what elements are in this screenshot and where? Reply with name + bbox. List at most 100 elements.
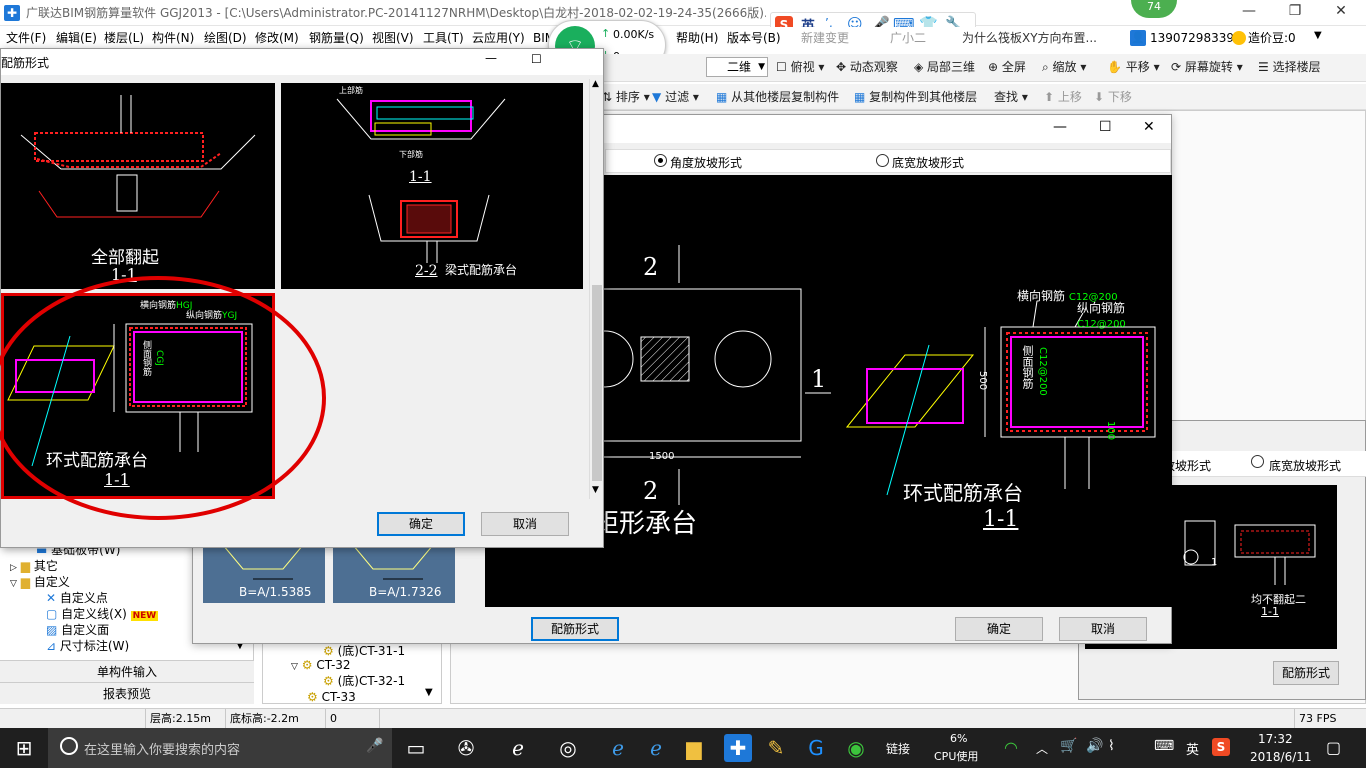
copy-to-floor-button[interactable]: ▦ 复制构件到其他楼层 xyxy=(854,84,977,110)
sogou-tray-icon[interactable]: S xyxy=(1212,738,1230,756)
keyboard-tray-icon[interactable]: ⌨ xyxy=(1154,738,1174,754)
top-view-button[interactable]: ☐ 俯视 ▾ xyxy=(776,54,824,80)
rebar-form-button[interactable]: 配筋形式 xyxy=(531,617,619,641)
slope-thumb[interactable]: B=A/1.5385 xyxy=(203,543,325,603)
ie-icon[interactable]: ℯ xyxy=(504,734,532,762)
find-button[interactable]: 查找 ▾ xyxy=(994,84,1028,110)
tree-item-custom[interactable]: ▽ ▆ 自定义 xyxy=(10,574,70,590)
g-app-icon[interactable]: G xyxy=(802,734,830,762)
shape-minimize-button[interactable]: — xyxy=(1053,119,1067,135)
menu-new-build[interactable]: 新建变更 xyxy=(801,27,849,49)
volume-icon[interactable]: 🔊 xyxy=(1086,738,1103,754)
shape-maximize-button[interactable]: ☐ xyxy=(1099,119,1112,135)
comp-scroll-down[interactable]: ▼ xyxy=(425,687,433,698)
rebar-cancel-button[interactable]: 取消 xyxy=(481,512,569,536)
search-box[interactable]: 在这里输入你要搜索的内容 🎤 xyxy=(48,728,392,768)
explorer-icon[interactable]: ▆ xyxy=(680,734,708,762)
tree-item-custom-line[interactable]: ▢ 自定义线(X) NEW xyxy=(46,606,159,622)
fullscreen-button[interactable]: ⊕ 全屏 xyxy=(988,54,1026,80)
radio-width-icon[interactable] xyxy=(876,154,889,167)
rotate-button[interactable]: ⟳ 屏幕旋转 ▾ xyxy=(1171,54,1243,80)
shape-close-button[interactable]: ✕ xyxy=(1143,119,1155,135)
pinwheel-icon[interactable]: ✇ xyxy=(452,734,480,762)
menu-version[interactable]: 版本号(B) xyxy=(727,27,781,49)
user-phone[interactable]: 13907298339 xyxy=(1150,27,1234,49)
menu-rebar-qty[interactable]: 钢筋量(Q) xyxy=(309,27,364,49)
rebar-minimize-button[interactable]: — xyxy=(485,51,497,65)
tree-item-custom-face[interactable]: ▨ 自定义面 xyxy=(46,622,109,638)
local-3d-button[interactable]: ◈ 局部三维 xyxy=(914,54,975,80)
rebar-scrollbar[interactable]: ▲ ▼ xyxy=(589,79,603,499)
report-preview-button[interactable]: 报表预览 xyxy=(0,682,254,704)
dynamic-view-button[interactable]: ✥ 动态观察 xyxy=(836,54,898,80)
minimize-button[interactable]: — xyxy=(1226,0,1272,24)
single-component-input-button[interactable]: 单构件输入 xyxy=(0,660,254,682)
zoom-button[interactable]: ⌕ 缩放 ▾ xyxy=(1042,54,1086,80)
collapse-icon[interactable]: ▽ xyxy=(10,579,17,589)
menu-component[interactable]: 构件(N) xyxy=(152,27,194,49)
sort-button[interactable]: ⇅ 排序 ▾ xyxy=(602,84,650,110)
close-button[interactable]: ✕ xyxy=(1318,0,1364,24)
tray-link[interactable]: 链接 xyxy=(886,740,910,757)
comp-item[interactable]: ⚙ CT-33 xyxy=(307,689,356,705)
shape-ok-button[interactable]: 确定 xyxy=(955,617,1043,641)
notepad-icon[interactable]: ✎ xyxy=(762,734,790,762)
expand-icon[interactable]: ▷ xyxy=(10,563,17,573)
shape-cancel-button[interactable]: 取消 xyxy=(1059,617,1147,641)
dropdown-icon[interactable]: ▼ xyxy=(1314,30,1322,41)
green-app-icon[interactable]: ◉ xyxy=(842,734,870,762)
mic-icon[interactable]: 🎤 xyxy=(366,738,383,754)
edge-icon[interactable]: ℯ xyxy=(604,734,632,762)
cart-icon[interactable]: 🛒 xyxy=(1060,738,1077,754)
view-select[interactable]: 二维 ▼ xyxy=(706,57,768,77)
comp-item[interactable]: ▽ ⚙ CT-32 xyxy=(291,657,351,673)
maximize-button[interactable]: ❐ xyxy=(1272,0,1318,24)
clock-date[interactable]: 2018/6/11 xyxy=(1250,750,1312,764)
scroll-up-icon[interactable]: ▲ xyxy=(592,79,599,89)
task-view-icon[interactable]: ▭ xyxy=(402,734,430,762)
menu-file[interactable]: 文件(F) xyxy=(6,27,46,49)
menu-modify[interactable]: 修改(M) xyxy=(255,27,299,49)
slope-thumb[interactable]: B=A/1.7326 xyxy=(333,543,455,603)
network-tray-icon[interactable]: ⌇ xyxy=(1108,738,1115,754)
thumb-beam-style[interactable]: 上部筋 下部筋 1-1 2-2 梁式配筋承台 xyxy=(281,83,583,289)
move-down-button[interactable]: ⬇ 下移 xyxy=(1094,84,1132,110)
spiral-icon[interactable]: ◎ xyxy=(554,734,582,762)
news-hint[interactable]: 为什么筏板XY方向布置... xyxy=(962,27,1097,49)
rebar-maximize-button[interactable]: ☐ xyxy=(531,52,542,66)
ie-blue-icon[interactable]: ℯ xyxy=(642,734,670,762)
select-floor-button[interactable]: ☰ 选择楼层 xyxy=(1258,54,1321,80)
action-center-icon[interactable]: ▢ xyxy=(1326,738,1341,757)
menu-cloud[interactable]: 云应用(Y) xyxy=(472,27,525,49)
radio-angle-label[interactable]: 角度放坡形式 xyxy=(670,154,742,171)
move-up-button[interactable]: ⬆ 上移 xyxy=(1044,84,1082,110)
user-icon[interactable]: 👤 xyxy=(1130,30,1146,46)
tree-item-custom-point[interactable]: ✕ 自定义点 xyxy=(46,590,108,606)
clock-time[interactable]: 17:32 xyxy=(1258,732,1293,746)
windows-start-icon[interactable]: ⊞ xyxy=(10,734,38,762)
tree-item-dimension[interactable]: ⊿ 尺寸标注(W) xyxy=(46,638,129,654)
tree-item-other[interactable]: ▷ ▆ 其它 xyxy=(10,558,58,574)
radio-angle-icon[interactable] xyxy=(654,154,667,167)
menu-view[interactable]: 视图(V) xyxy=(372,27,414,49)
glodon-icon[interactable]: ✚ xyxy=(724,734,752,762)
back-rebar-form-button[interactable]: 配筋形式 xyxy=(1273,661,1339,685)
price-beans[interactable]: 造价豆:0 xyxy=(1248,27,1296,49)
rebar-ok-button[interactable]: 确定 xyxy=(377,512,465,536)
thumb-all-raised[interactable]: 全部翻起 1-1 xyxy=(1,83,275,289)
menu-tools[interactable]: 工具(T) xyxy=(423,27,464,49)
scroll-down-icon[interactable]: ▼ xyxy=(592,485,599,495)
notification-badge[interactable]: 74 xyxy=(1131,0,1177,18)
back-radio-width-icon[interactable] xyxy=(1251,455,1264,468)
back-radio-width[interactable]: 底宽放坡形式 xyxy=(1269,457,1341,474)
wifi-tray-icon[interactable]: ◠ xyxy=(1004,738,1018,757)
tray-lang[interactable]: 英 xyxy=(1186,739,1199,758)
menu-help[interactable]: 帮助(H) xyxy=(676,27,718,49)
menu-edit[interactable]: 编辑(E) xyxy=(56,27,97,49)
scroll-thumb[interactable] xyxy=(592,285,602,481)
filter-button[interactable]: ▼ 过滤 ▾ xyxy=(652,84,699,110)
menu-guangxiaoer[interactable]: 广小二 xyxy=(890,27,926,49)
chevron-up-icon[interactable]: ︿ xyxy=(1036,740,1048,757)
radio-width-label[interactable]: 底宽放坡形式 xyxy=(892,154,964,171)
comp-item[interactable]: ⚙ (底)CT-32-1 xyxy=(323,673,405,689)
